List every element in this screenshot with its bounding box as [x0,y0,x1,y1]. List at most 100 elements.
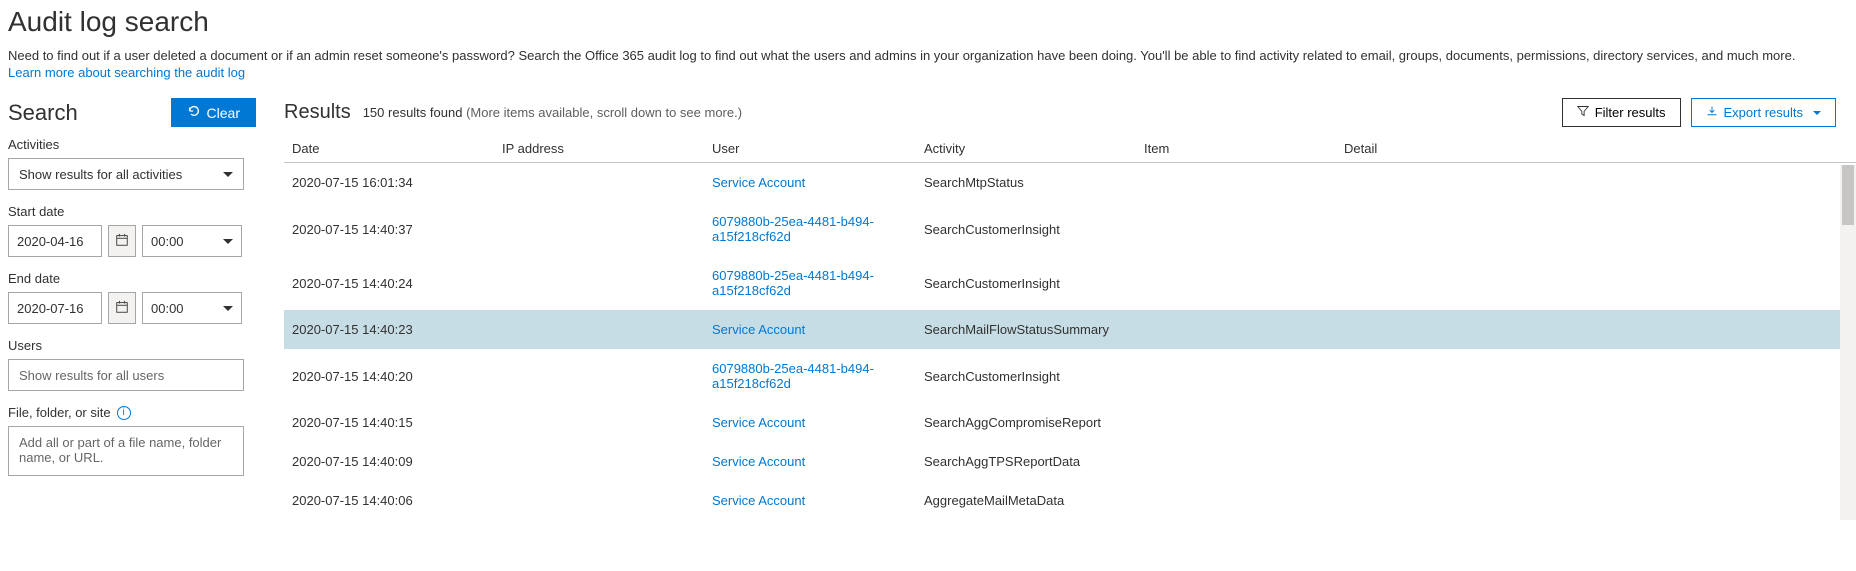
info-icon[interactable]: i [117,406,131,420]
user-link[interactable]: Service Account [712,493,805,508]
cell-item [1136,202,1336,256]
table-row[interactable]: 2020-07-15 14:40:376079880b-25ea-4481-b4… [284,202,1856,256]
activities-label: Activities [8,137,256,152]
export-results-button[interactable]: Export results [1691,98,1836,127]
cell-ip [494,481,704,520]
cell-user: Service Account [704,163,916,203]
table-row[interactable]: 2020-07-15 14:40:20 6079880b-25ea-4481-b4… [284,349,1856,403]
user-link[interactable]: Service Account [712,322,805,337]
cell-item [1136,442,1336,481]
clear-button[interactable]: Clear [171,98,256,127]
cell-user: 6079880b-25ea-4481-b494-a15f218cf62d [704,349,916,403]
start-time-value: 00:00 [151,234,184,249]
results-panel: Results 150 results found (More items av… [284,98,1856,520]
cell-date: 2020-07-15 14:40:24 [284,256,494,310]
cell-detail [1336,481,1856,520]
cell-activity: SearchAggTPSReportData [916,442,1136,481]
cell-ip [494,256,704,310]
results-count: 150 results found [363,105,463,120]
cell-user: Service Account [704,310,916,349]
results-scrollbar[interactable] [1840,165,1856,520]
table-row[interactable]: 2020-07-15 14:40:15Service AccountSearch… [284,403,1856,442]
end-time-select[interactable]: 00:00 [142,292,242,324]
col-user-header[interactable]: User [704,135,916,163]
cell-item [1136,349,1336,403]
chevron-down-icon [223,172,233,177]
col-activity-header[interactable]: Activity [916,135,1136,163]
chevron-down-icon [1813,111,1821,115]
cell-date: 2020-07-15 14:40:06 [284,481,494,520]
filter-results-label: Filter results [1595,105,1666,120]
cell-activity: SearchCustomerInsight [916,349,1136,403]
cell-date: 2020-07-15 14:40:09 [284,442,494,481]
file-placeholder: Add all or part of a file name, folder n… [19,435,233,465]
table-row[interactable]: 2020-07-15 14:40:06 Service Account Aggreg… [284,481,1856,520]
cell-user: Service Account [704,442,916,481]
cell-date: 2020-07-15 16:01:34 [284,163,494,203]
download-icon [1706,105,1718,120]
col-detail-header[interactable]: Detail [1336,135,1856,163]
cell-item [1136,481,1336,520]
results-table: Date IP address User Activity Item Detai… [284,135,1856,520]
cell-detail [1336,442,1856,481]
cell-activity: SearchMtpStatus [916,163,1136,203]
activities-dropdown[interactable]: Show results for all activities [8,158,244,190]
scroll-thumb[interactable] [1842,165,1854,225]
filter-icon [1577,105,1589,120]
cell-detail [1336,403,1856,442]
user-link[interactable]: 6079880b-25ea-4481-b494-a15f218cf62d [712,361,874,391]
cell-item [1136,256,1336,310]
cell-activity: SearchAggCompromiseReport [916,403,1136,442]
user-link[interactable]: 6079880b-25ea-4481-b494-a15f218cf62d [712,268,874,298]
end-time-value: 00:00 [151,301,184,316]
calendar-icon [115,233,129,250]
activities-value: Show results for all activities [19,167,182,182]
user-link[interactable]: Service Account [712,175,805,190]
table-row[interactable]: 2020-07-15 16:01:34 Service Account Search… [284,163,1856,203]
users-placeholder: Show results for all users [19,368,164,383]
col-date-header[interactable]: Date [284,135,494,163]
cell-item [1136,403,1336,442]
filter-results-button[interactable]: Filter results [1562,98,1681,127]
cell-ip [494,442,704,481]
file-input[interactable]: Add all or part of a file name, folder n… [8,426,244,476]
cell-detail [1336,310,1856,349]
start-date-calendar-button[interactable] [108,225,136,257]
cell-activity: SearchMailFlowStatusSummary [916,310,1136,349]
page-title: Audit log search [8,6,1856,38]
cell-activity: SearchCustomerInsight [916,202,1136,256]
cell-ip [494,349,704,403]
results-hint: (More items available, scroll down to se… [466,105,742,120]
table-row[interactable]: 2020-07-15 14:40:24 6079880b-25ea-4481-b4… [284,256,1856,310]
learn-more-link[interactable]: Learn more about searching the audit log [8,65,245,80]
end-date-calendar-button[interactable] [108,292,136,324]
user-link[interactable]: 6079880b-25ea-4481-b494-a15f218cf62d [712,214,874,244]
cell-detail [1336,202,1856,256]
cell-activity: AggregateMailMetaData [916,481,1136,520]
user-link[interactable]: Service Account [712,454,805,469]
page-intro: Need to find out if a user deleted a doc… [8,48,1828,63]
start-time-select[interactable]: 00:00 [142,225,242,257]
user-link[interactable]: Service Account [712,415,805,430]
cell-activity: SearchCustomerInsight [916,256,1136,310]
cell-ip [494,163,704,203]
calendar-icon [115,300,129,317]
table-row[interactable]: 2020-07-15 14:40:23Service AccountSearch… [284,310,1856,349]
start-date-input[interactable]: 2020-04-16 [8,225,102,257]
table-row[interactable]: 2020-07-15 14:40:09 Service Account Search… [284,442,1856,481]
chevron-down-icon [223,306,233,311]
cell-ip [494,202,704,256]
search-heading: Search [8,100,78,126]
cell-date: 2020-07-15 14:40:20 [284,349,494,403]
cell-user: Service Account [704,481,916,520]
col-item-header[interactable]: Item [1136,135,1336,163]
end-date-input[interactable]: 2020-07-16 [8,292,102,324]
cell-user: Service Account [704,403,916,442]
users-input[interactable]: Show results for all users [8,359,244,391]
start-date-label: Start date [8,204,256,219]
clear-button-label: Clear [207,105,240,121]
cell-item [1136,163,1336,203]
col-ip-header[interactable]: IP address [494,135,704,163]
export-results-label: Export results [1724,105,1803,120]
chevron-down-icon [223,239,233,244]
